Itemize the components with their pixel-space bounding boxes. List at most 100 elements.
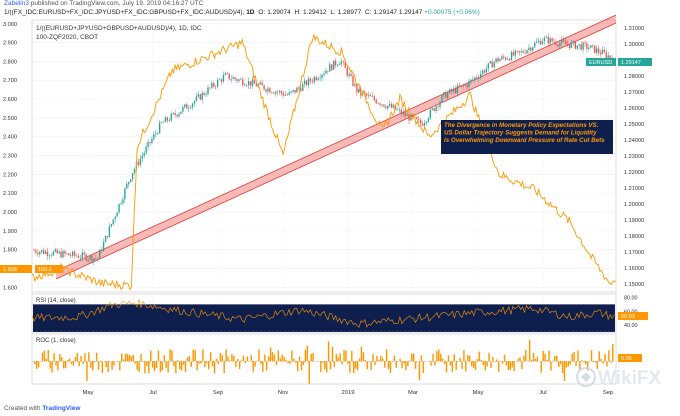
candle-body [263,85,265,90]
roc-bar [246,356,249,362]
roc-bar [465,361,467,372]
candle-body [238,79,240,81]
candle-body [259,82,261,85]
roc-bar [608,350,610,362]
roc-bar [389,361,392,374]
candle-body [593,45,596,53]
roc-bar [472,361,475,368]
candle-body [561,39,563,43]
pane-subtitle: 100-ZQF2020, CBOT [36,34,98,41]
candle-body [564,41,567,44]
candle-body [288,92,290,95]
candle-body [563,39,565,42]
candle-body [381,104,383,106]
roc-bar [173,361,175,367]
candle-body [317,78,319,80]
candle-body [296,87,298,93]
roc-bar [175,361,177,374]
roc-bar [215,358,218,362]
candle-body [294,90,296,93]
candle-body [551,38,553,42]
roc-bar [581,360,583,362]
candle-body [155,133,157,135]
roc-bar [322,361,324,363]
left-axis-tick: 2.600 [3,97,17,103]
roc-bar [122,359,125,362]
roc-bar [438,349,440,362]
candle-body [460,85,462,87]
candle-body [160,122,163,123]
roc-bar [208,361,210,370]
candle-body [334,60,337,66]
candle-body [89,255,91,260]
candle-body [559,42,561,47]
candle-body [578,44,580,46]
roc-bar [378,359,380,362]
roc-bar [422,361,425,374]
roc-bar [72,361,75,366]
roc-bar [117,361,119,362]
candle-body [37,252,39,255]
roc-pane[interactable] [31,333,617,385]
roc-bar [84,353,86,362]
candle-body [503,56,505,58]
candle-body [487,63,490,69]
roc-bar [130,356,133,362]
candle-body [131,173,134,180]
roc-bar [252,361,254,372]
candle-body [83,252,85,255]
candle-body [126,183,128,189]
candle-body [580,44,582,50]
candle-body [549,38,551,44]
candle-body [158,122,161,134]
candle-body [129,179,132,182]
last-value-badge-text: 1.29147 [621,60,641,66]
candle-body [392,105,395,108]
roc-bar [298,356,301,362]
roc-bar [602,361,604,364]
candle-body [143,152,145,156]
roc-bar [507,361,510,371]
candle-body [582,42,584,50]
candle-body [338,63,341,66]
roc-bar [345,350,347,362]
time-axis[interactable]: May Jul Sep Nov 2019 Mar May Jul Sep [83,390,614,396]
roc-bar [49,361,51,369]
chart-canvas[interactable]: 3.000 2.900 2.800 2.700 2.600 2.500 2.400 2.300… [0,0,680,416]
roc-bar [283,357,285,362]
right-axis-tick: 1.22000 [624,170,644,176]
roc-bar [235,361,237,367]
candle-body [474,77,476,80]
roc-bar [266,361,268,371]
candle-body [350,74,352,76]
roc-bar [393,355,396,362]
roc-bar [414,361,417,369]
candle-body [62,251,64,258]
candle-body [528,47,530,51]
roc-bar [354,361,357,369]
candle-body [329,64,331,72]
roc-bar [142,361,144,362]
candle-body [570,42,573,48]
candle-body [441,95,443,102]
candle-body [81,252,84,259]
wikifx-watermark-text: WikiFX [598,368,661,389]
candle-body [41,250,43,252]
candle-body [530,47,532,51]
roc-bar [138,361,140,373]
right-price-axis[interactable]: 1.310001.300001.290001.280001.270001.260… [624,26,644,329]
roc-bar [279,358,281,362]
candle-body [311,81,314,82]
roc-bar [188,355,191,362]
roc-bar [606,361,608,367]
candle-body [497,58,499,62]
roc-bar [498,361,500,372]
right-axis-tick: 1.24000 [624,138,644,144]
tradingview-link[interactable]: TradingView [42,405,80,412]
candle-body [609,55,611,58]
candle-body [501,56,503,60]
left-price-axis[interactable]: 3.000 2.900 2.800 2.700 2.600 2.500 2.400 2.300… [3,22,17,292]
candle-body [568,44,571,48]
candle-body [122,199,124,204]
roc-bar [260,361,262,365]
